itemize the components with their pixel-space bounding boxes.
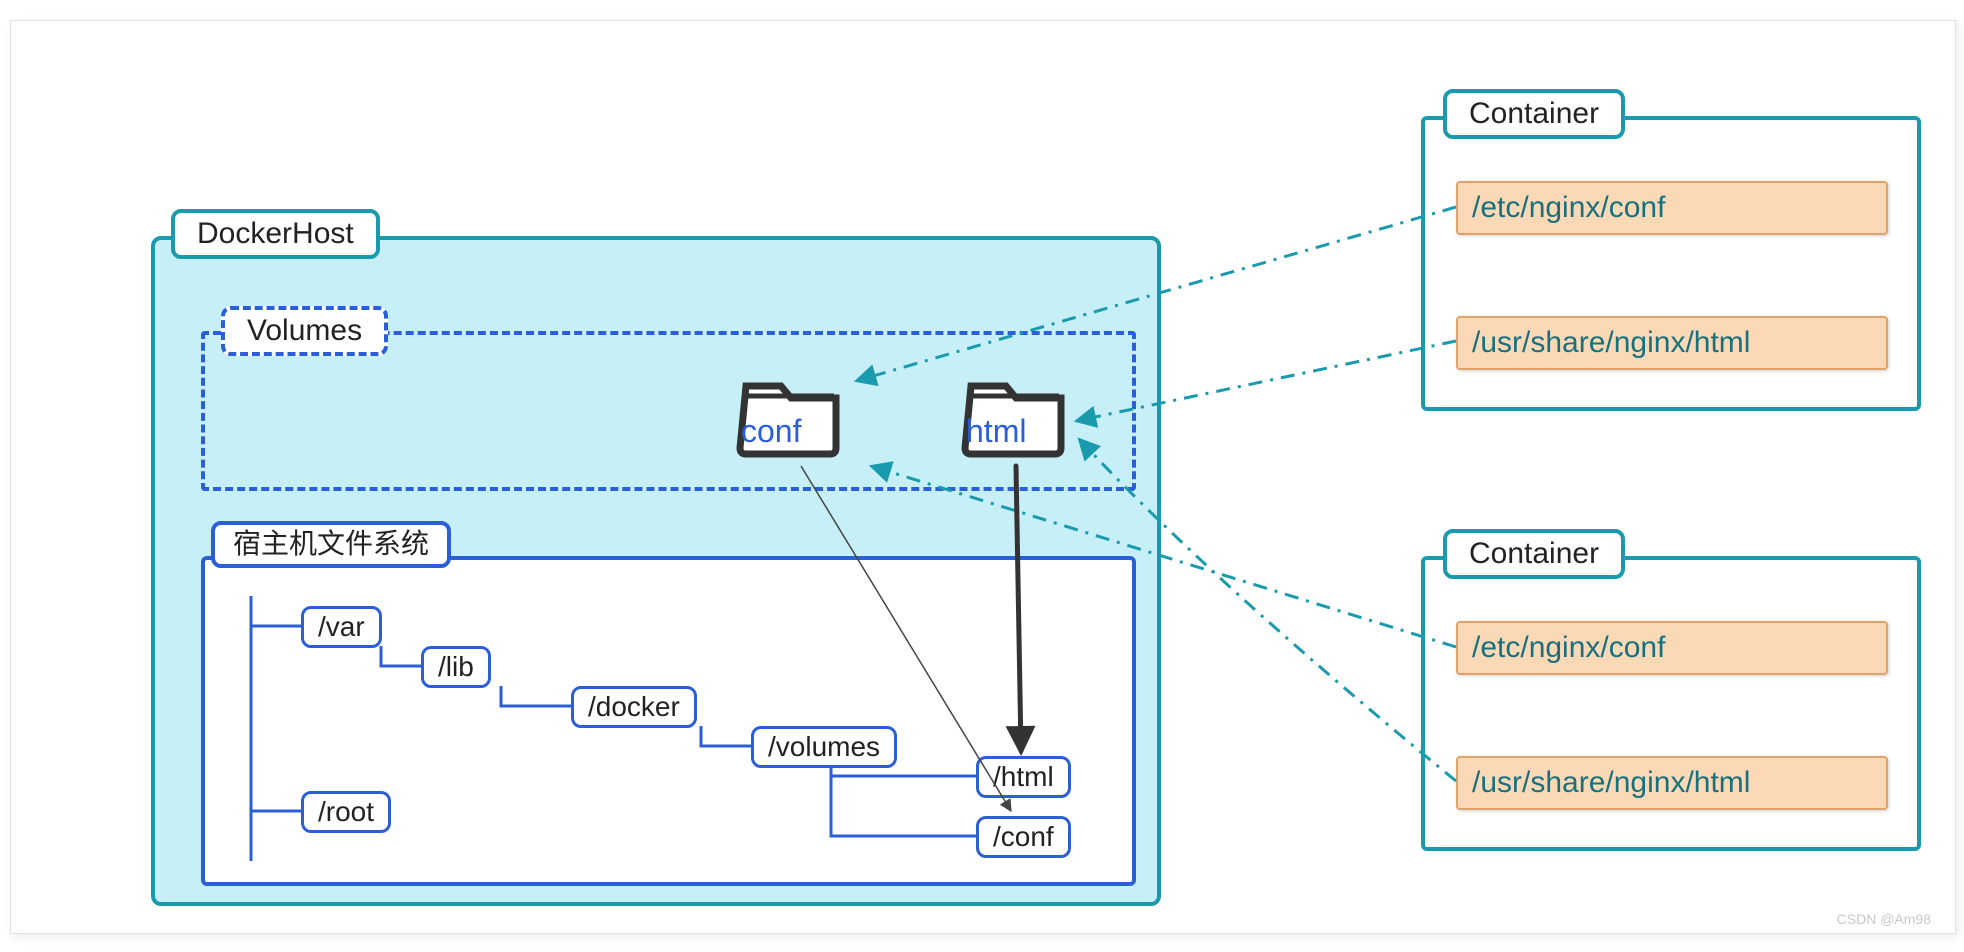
- hostfs-tree-lines: [11, 21, 1161, 921]
- container1-conf: /etc/nginx/conf: [1456, 181, 1888, 235]
- container2-html: /usr/share/nginx/html: [1456, 756, 1888, 810]
- container2-title: Container: [1443, 529, 1625, 579]
- container1-title: Container: [1443, 89, 1625, 139]
- watermark: CSDN @Am98: [1837, 911, 1931, 927]
- container2-conf: /etc/nginx/conf: [1456, 621, 1888, 675]
- diagram-canvas: DockerHost Volumes conf html 宿主机文件系统 /va…: [10, 20, 1956, 934]
- container1-html: /usr/share/nginx/html: [1456, 316, 1888, 370]
